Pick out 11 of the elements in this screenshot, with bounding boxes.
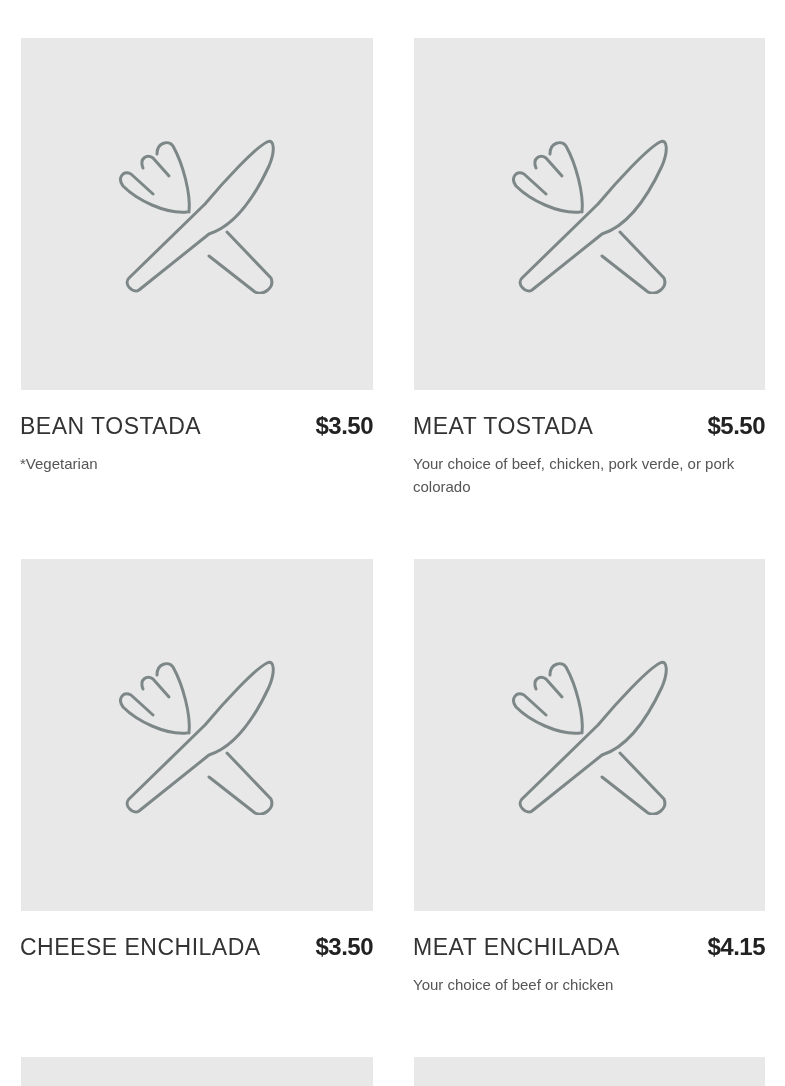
dish-description: *Vegetarian xyxy=(20,454,99,474)
dish-description: Your choice of beef or chicken xyxy=(413,975,615,995)
dish-name: MEAT TOSTADA xyxy=(413,413,594,440)
dish-description: Your choice of beef, chicken, pork verde, or pork colorado xyxy=(413,454,736,497)
dish-name: MEAT ENCHILADA xyxy=(413,934,620,961)
dish-name: CHEESE ENCHILADA xyxy=(20,934,261,961)
dish-price: $5.50 xyxy=(707,412,765,440)
dish-price: $3.50 xyxy=(315,412,373,440)
dish-price: $4.15 xyxy=(707,933,765,961)
dish-name: BEAN TOSTADA xyxy=(20,413,202,440)
dish-price: $3.50 xyxy=(315,933,373,961)
